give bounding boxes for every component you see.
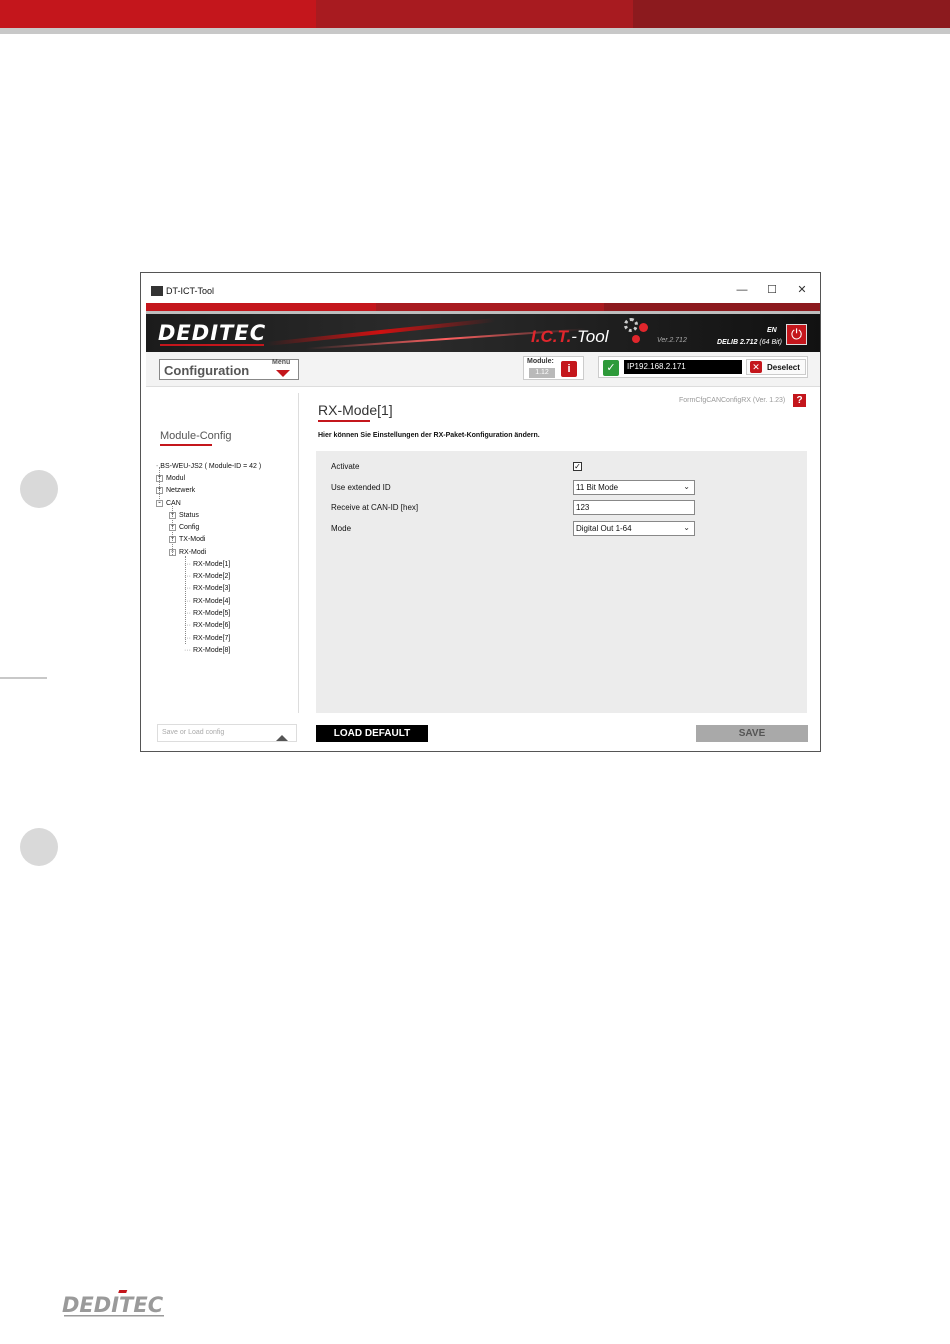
tree-node-root[interactable]: - BS-WEU-JS2 ( Module-ID = 42 ): [156, 462, 261, 472]
page-bullet-circle: [20, 828, 58, 866]
tree-node-rx-mode-1[interactable]: ··· RX-Mode[1]: [184, 560, 230, 570]
collapse-icon[interactable]: −: [169, 548, 176, 556]
load-default-button[interactable]: LOAD DEFAULT: [316, 725, 428, 742]
expand-icon[interactable]: +: [156, 474, 163, 482]
extended-id-value: 11 Bit Mode: [576, 483, 619, 492]
page-header-band: [0, 0, 950, 28]
tree-node-rx-modi[interactable]: − RX-Modi: [169, 548, 206, 558]
configuration-menu-button[interactable]: Configuration Menu: [159, 359, 299, 380]
sidebar: Module-Config - BS-WEU-JS2 ( Module-ID =…: [146, 387, 298, 723]
tree-node-rx-mode-2[interactable]: ··· RX-Mode[2]: [184, 572, 230, 582]
deselect-button[interactable]: ✕ Deselect: [746, 359, 806, 375]
form-name: FormCfgCANConfigRX (Ver. 1.23): [679, 397, 786, 404]
tree-node-modul[interactable]: + Modul: [156, 474, 185, 484]
module-config-title: Module-Config: [160, 430, 232, 442]
extended-id-select[interactable]: 11 Bit Mode ⌄: [573, 480, 695, 495]
gear-icon: [632, 335, 640, 343]
header-band-segment: [0, 0, 316, 28]
app-icon: [151, 286, 163, 296]
language-selector[interactable]: EN: [767, 327, 777, 334]
header-band-segment: [316, 0, 633, 28]
tree-node-rx-mode-5[interactable]: ··· RX-Mode[5]: [184, 609, 230, 619]
expand-icon[interactable]: +: [169, 523, 176, 531]
extended-id-label: Use extended ID: [331, 483, 391, 492]
expand-icon[interactable]: +: [169, 511, 176, 519]
svg-text:DEDITEC: DEDITEC: [62, 1293, 164, 1317]
save-load-config-dropdown[interactable]: Save or Load config: [157, 724, 297, 742]
save-button[interactable]: SAVE: [696, 725, 808, 742]
header-gray-line: [0, 28, 950, 34]
header-band-segment: [633, 0, 950, 28]
window-titlebar: DT-ICT-Tool — ☐ ✕: [141, 273, 820, 303]
deselect-label: Deselect: [767, 363, 800, 372]
close-icon[interactable]: ✕: [787, 282, 817, 298]
tree-node-can[interactable]: − CAN: [156, 499, 181, 509]
mode-value: Digital Out 1-64: [576, 524, 632, 533]
tree-node-config[interactable]: + Config: [169, 523, 199, 533]
maximize-icon[interactable]: ☐: [757, 282, 787, 298]
chevron-down-icon: ⌄: [683, 482, 690, 491]
footer-logo: DEDITEC: [60, 1288, 172, 1325]
app-window: DT-ICT-Tool — ☐ ✕ DEDITEC I.C.T.-Tool Ve…: [140, 272, 821, 752]
expand-icon[interactable]: +: [156, 486, 163, 494]
ip-address: IP192.168.2.171: [624, 360, 742, 374]
page-title: RX-Mode[1]: [318, 402, 393, 418]
module-box: Module: 1.12 i: [523, 356, 584, 380]
power-icon[interactable]: ⏻: [786, 324, 807, 345]
toolbar: Configuration Menu Module: 1.12 i ✓ IP19…: [146, 352, 820, 387]
page-divider: [0, 677, 47, 679]
chevron-down-icon: ⌄: [683, 523, 690, 532]
settings-panel: Activate ✓ Use extended ID 11 Bit Mode ⌄…: [316, 451, 807, 713]
activate-label: Activate: [331, 462, 360, 471]
gear-icon: [624, 318, 638, 332]
tree-node-status[interactable]: + Status: [169, 511, 199, 521]
app-version: Ver.2.712: [657, 337, 687, 344]
can-id-input[interactable]: 123: [573, 500, 695, 515]
module-version: 1.12: [529, 368, 555, 378]
mode-select[interactable]: Digital Out 1-64 ⌄: [573, 521, 695, 536]
page-bullet-circle: [20, 470, 58, 508]
mode-label: Mode: [331, 524, 352, 533]
sidebar-divider: [298, 393, 299, 713]
menu-label: Menu: [272, 359, 291, 366]
activate-checkbox[interactable]: ✓: [573, 462, 582, 471]
expand-icon[interactable]: +: [169, 535, 176, 543]
tree-node-netzwerk[interactable]: + Netzwerk: [156, 486, 195, 496]
page-description: Hier können Sie Einstellungen der RX-Pak…: [318, 432, 540, 439]
tree-node-rx-mode-4[interactable]: ··· RX-Mode[4]: [184, 597, 230, 607]
delib-version: DELIB 2.712 (64 Bit): [717, 339, 782, 346]
save-load-placeholder: Save or Load config: [162, 729, 225, 736]
deditec-logo: DEDITEC: [158, 321, 267, 345]
tree-node-rx-mode-8[interactable]: ··· RX-Mode[8]: [184, 646, 230, 656]
collapse-icon[interactable]: −: [156, 499, 163, 507]
check-icon: ✓: [603, 360, 619, 376]
can-id-label: Receive at CAN-ID [hex]: [331, 503, 419, 512]
tree-node-rx-mode-6[interactable]: ··· RX-Mode[6]: [184, 621, 230, 631]
close-icon: ✕: [750, 361, 762, 373]
configuration-label: Configuration: [164, 363, 250, 378]
help-icon[interactable]: ?: [793, 394, 806, 407]
menu-triangle-icon: [276, 370, 290, 377]
app-header-banner: DEDITEC I.C.T.-Tool Ver.2.712 EN DELIB 2…: [146, 314, 820, 352]
window-red-band: [146, 303, 820, 311]
window-title: DT-ICT-Tool: [166, 286, 215, 296]
tree-node-tx-modi[interactable]: + TX-Modi: [169, 535, 205, 545]
gear-icon: [639, 323, 648, 332]
connection-box: ✓ IP192.168.2.171 ✕ Deselect: [598, 356, 808, 378]
product-name: I.C.T.-Tool: [531, 327, 609, 346]
chevron-up-icon: [276, 735, 288, 741]
module-label: Module:: [527, 358, 554, 365]
tree-node-rx-mode-3[interactable]: ··· RX-Mode[3]: [184, 584, 230, 594]
info-icon[interactable]: i: [561, 361, 577, 377]
tree-node-rx-mode-7[interactable]: ··· RX-Mode[7]: [184, 634, 230, 644]
minimize-icon[interactable]: —: [727, 282, 757, 298]
